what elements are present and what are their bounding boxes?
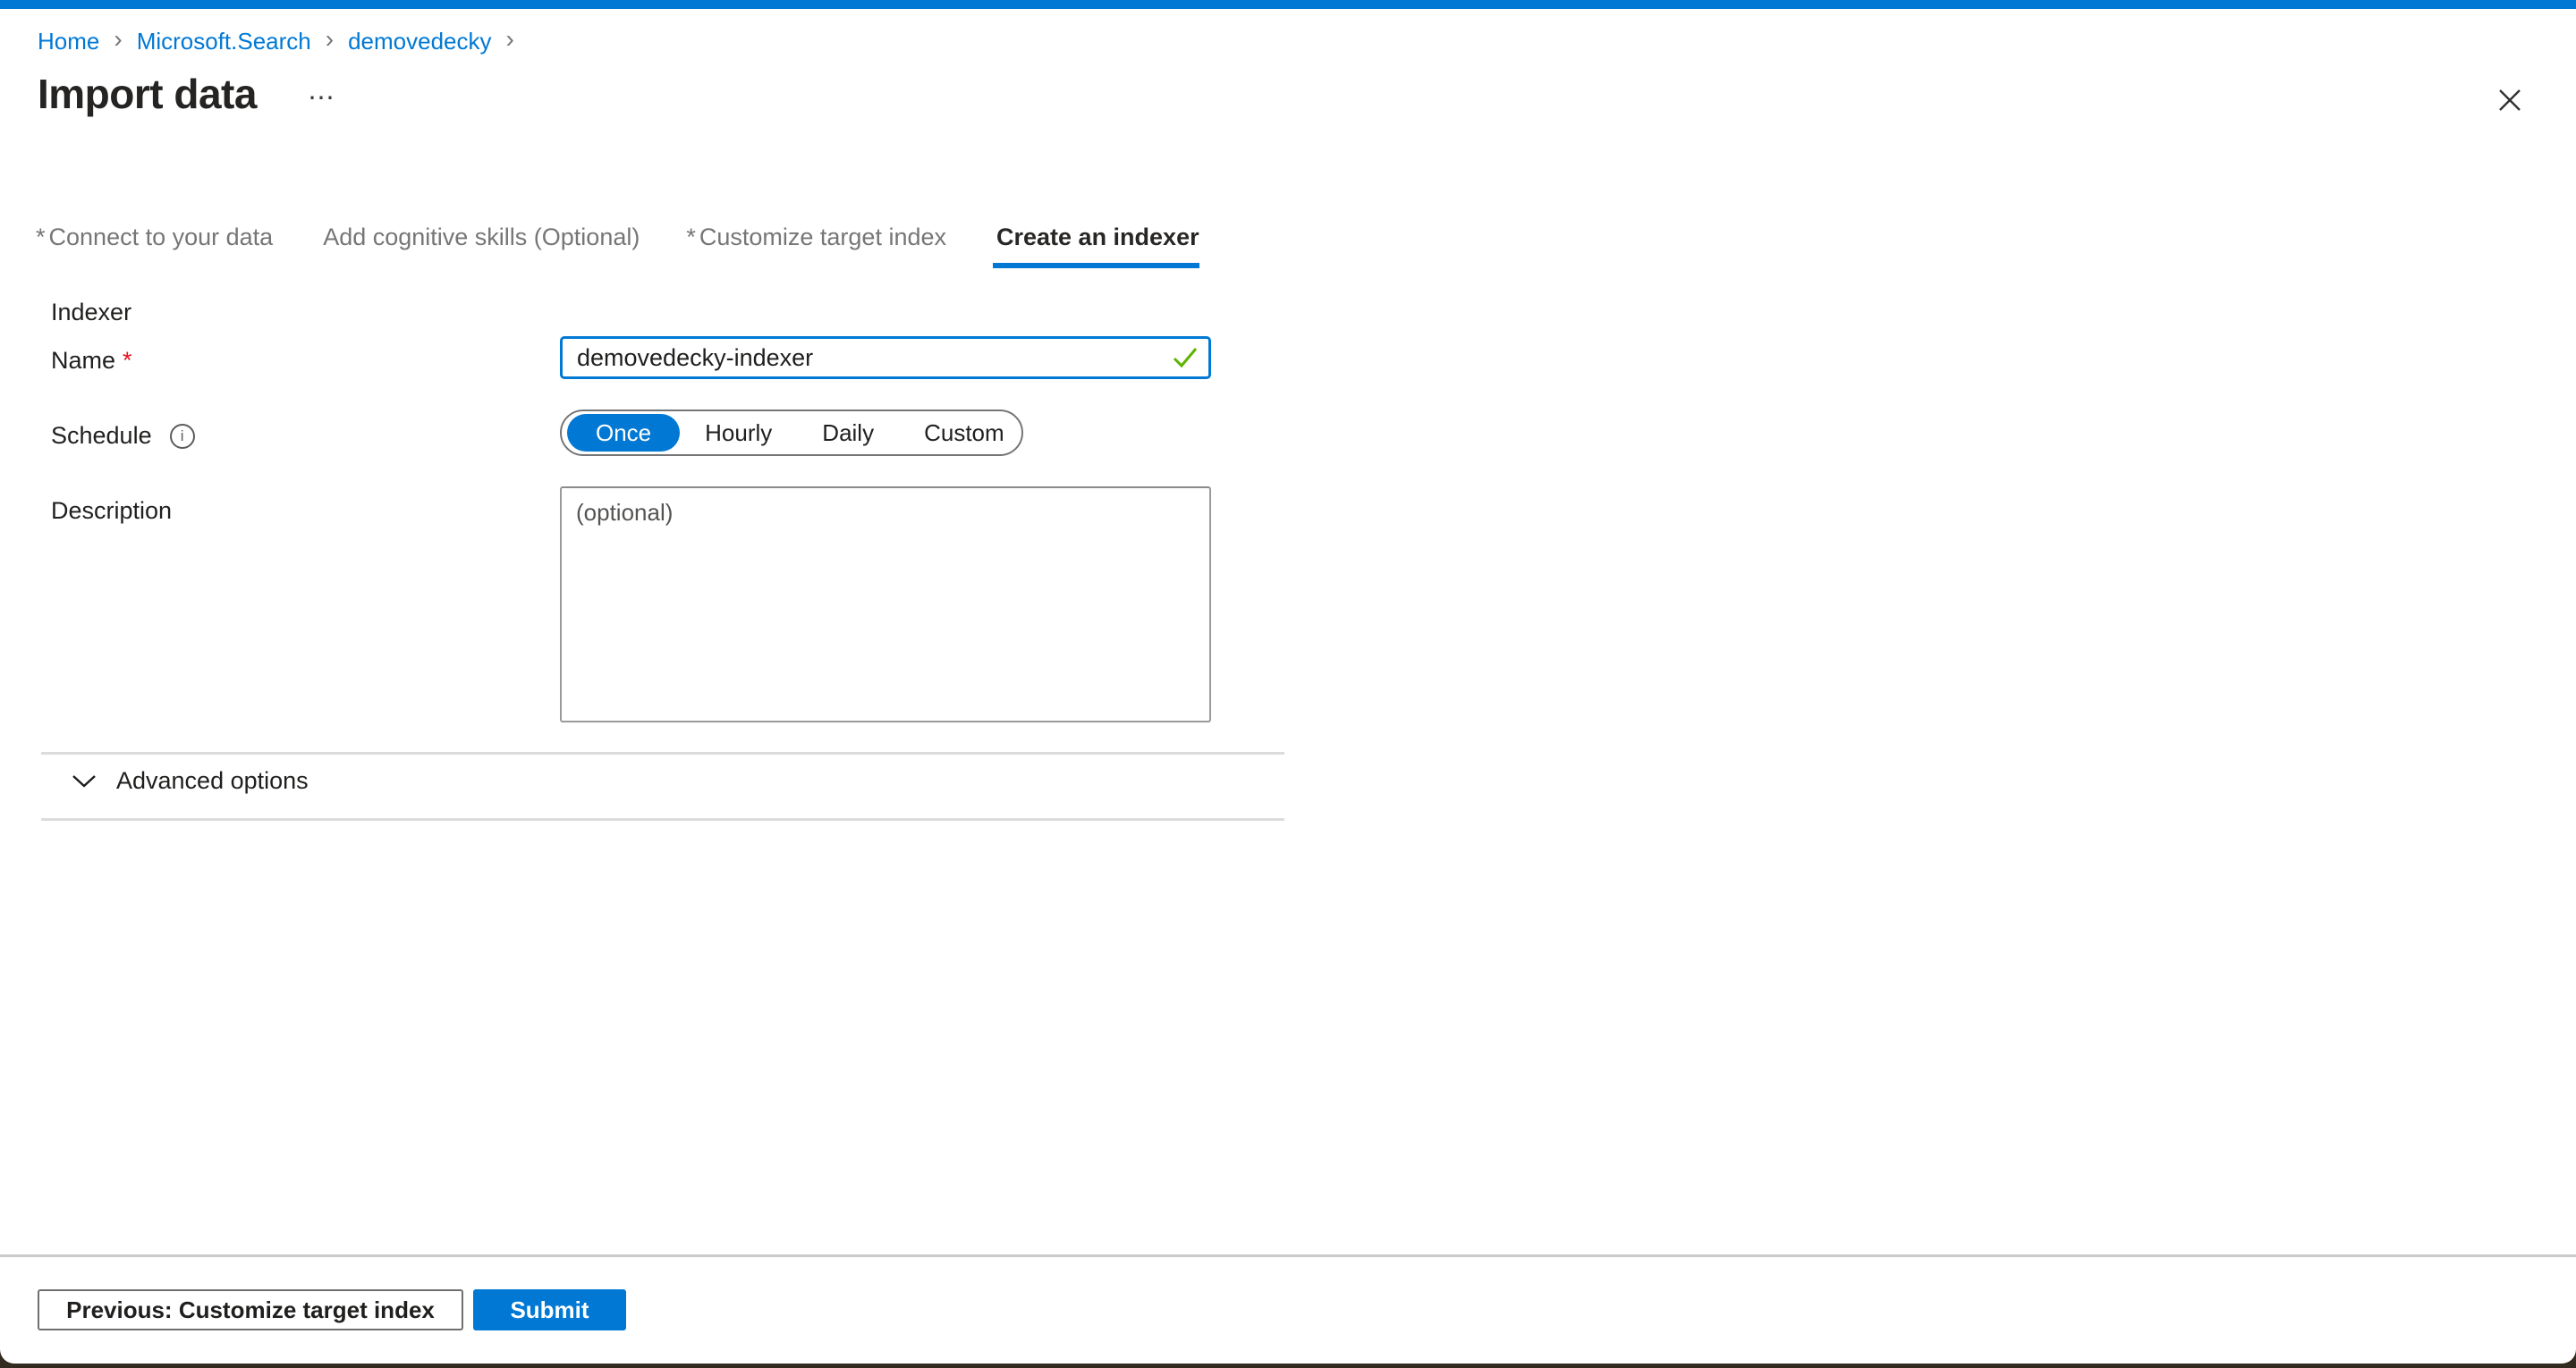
close-button[interactable] (2492, 82, 2528, 118)
page-title: Import data (38, 70, 257, 118)
breadcrumb-separator-icon: › (506, 27, 514, 55)
indexer-section-title: Indexer (51, 299, 131, 326)
submit-button[interactable]: Submit (473, 1289, 626, 1330)
previous-step-button[interactable]: Previous: Customize target index (38, 1289, 463, 1330)
wizard-tabs: *Connect to your data Add cognitive skil… (36, 224, 1199, 268)
import-data-panel: Home › Microsoft.Search › demovedecky › … (0, 0, 2576, 1364)
name-label-text: Name (51, 347, 115, 374)
schedule-option-hourly[interactable]: Hourly (680, 415, 797, 451)
advanced-options-toggle[interactable]: Advanced options (72, 767, 309, 795)
tab-customize-target-index[interactable]: *Customize target index (686, 224, 946, 268)
name-label: Name * (51, 347, 132, 375)
breadcrumb-home[interactable]: Home (38, 28, 99, 55)
tab-label: Connect to your data (49, 224, 274, 250)
description-textarea[interactable] (560, 486, 1211, 722)
breadcrumb-demovedecky[interactable]: demovedecky (348, 28, 491, 55)
tab-label: Create an indexer (996, 224, 1199, 250)
tab-label: Add cognitive skills (Optional) (323, 224, 640, 250)
indexer-name-input[interactable] (560, 336, 1211, 379)
schedule-toggle-group: Once Hourly Daily Custom (560, 410, 1023, 456)
tab-label: Customize target index (699, 224, 946, 250)
breadcrumb-separator-icon: › (114, 27, 122, 55)
schedule-option-daily[interactable]: Daily (797, 415, 899, 451)
schedule-option-custom[interactable]: Custom (899, 415, 1030, 451)
breadcrumb-microsoft-search[interactable]: Microsoft.Search (137, 28, 311, 55)
schedule-label: Schedule i (51, 422, 195, 450)
advanced-options-label: Advanced options (116, 767, 309, 795)
footer-separator (0, 1254, 2576, 1257)
valid-check-icon (1172, 346, 1199, 369)
close-icon (2496, 86, 2524, 114)
schedule-label-text: Schedule (51, 422, 152, 450)
tab-required-marker: * (686, 224, 696, 250)
schedule-option-once[interactable]: Once (567, 414, 680, 452)
chevron-down-icon (72, 774, 97, 789)
breadcrumb-separator-icon: › (326, 27, 334, 55)
divider (41, 818, 1284, 821)
name-field-wrapper (560, 336, 1211, 379)
tab-required-marker: * (36, 224, 46, 250)
more-options-icon[interactable]: ⋯ (308, 82, 337, 114)
tab-add-cognitive-skills[interactable]: Add cognitive skills (Optional) (319, 224, 640, 268)
description-label: Description (51, 497, 172, 525)
divider (41, 752, 1284, 755)
tab-create-an-indexer[interactable]: Create an indexer (993, 224, 1199, 268)
tab-connect-to-your-data[interactable]: *Connect to your data (36, 224, 273, 268)
required-asterisk: * (123, 347, 132, 374)
breadcrumb: Home › Microsoft.Search › demovedecky › (38, 27, 529, 55)
info-icon[interactable]: i (170, 424, 195, 449)
top-accent-bar (0, 0, 2576, 9)
